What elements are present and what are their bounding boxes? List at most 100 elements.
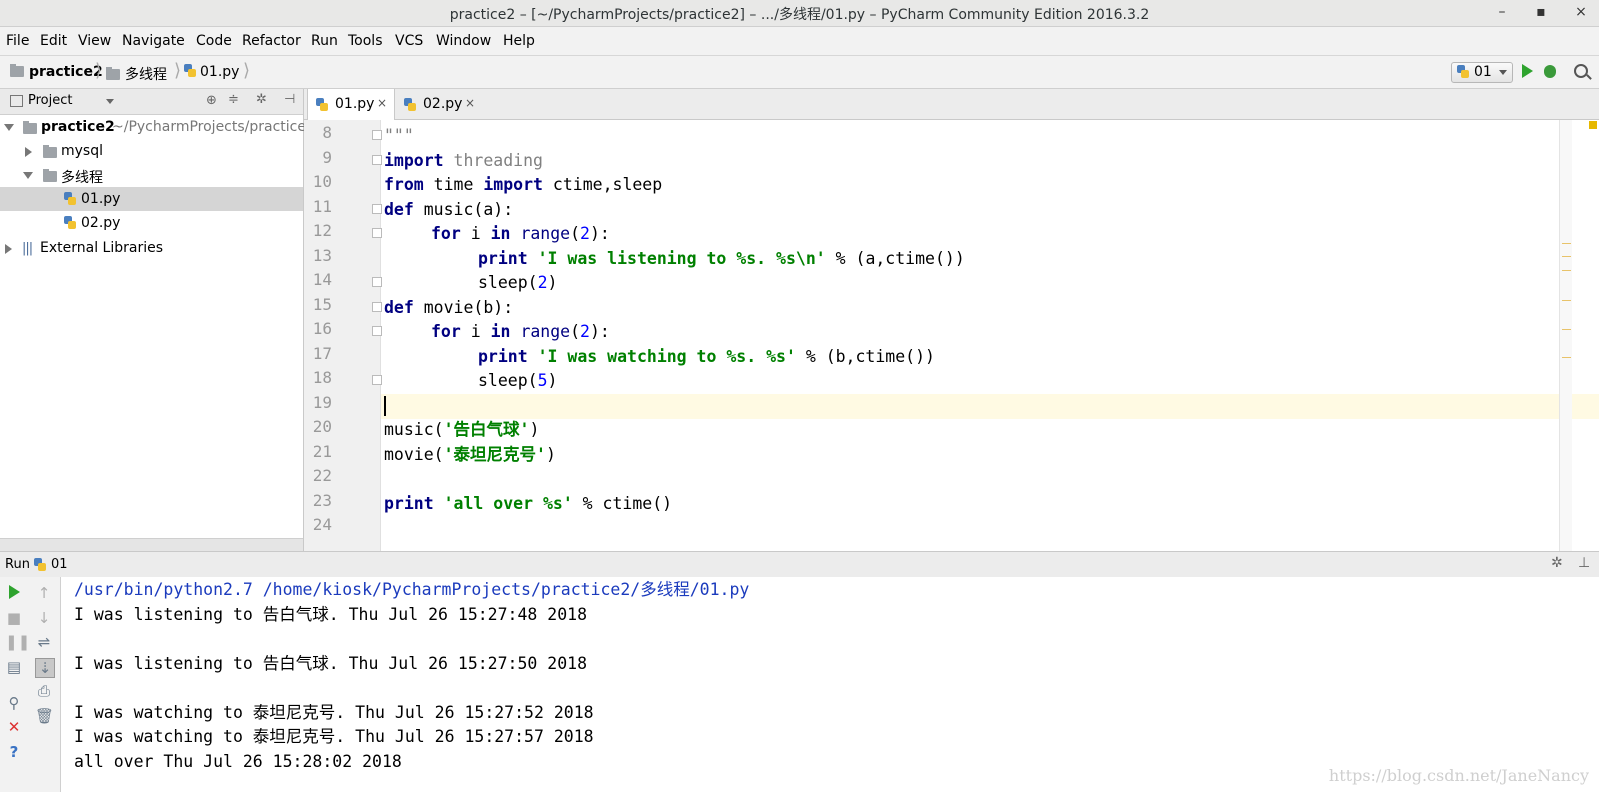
code-text: music( xyxy=(384,420,444,439)
run-panel-header: Run 01 ✲ ⊥ xyxy=(0,551,1599,578)
fold-marker-icon[interactable] xyxy=(372,155,382,165)
menu-file[interactable]: File xyxy=(6,33,29,49)
folder-icon xyxy=(43,145,57,158)
hide-panel-icon[interactable]: ⊣ xyxy=(284,92,295,107)
stripe-marker[interactable] xyxy=(1562,243,1571,244)
expand-arrow-icon[interactable] xyxy=(23,172,33,179)
scroll-to-end-icon[interactable]: ⇣ xyxy=(35,658,55,678)
menu-tools[interactable]: Tools xyxy=(348,33,383,49)
code-text: ): xyxy=(589,224,610,243)
fold-marker-icon[interactable] xyxy=(372,228,382,238)
fold-marker-icon[interactable] xyxy=(372,130,382,140)
run-config-tab[interactable]: 01 xyxy=(51,557,68,572)
stripe-marker[interactable] xyxy=(1562,357,1571,358)
menu-window[interactable]: Window xyxy=(436,33,491,49)
chevron-down-icon[interactable] xyxy=(106,99,114,104)
console-output[interactable]: /usr/bin/python2.7 /home/kiosk/PycharmPr… xyxy=(61,577,1599,792)
run-configuration-select[interactable]: 01 xyxy=(1451,62,1513,83)
fold-marker-icon[interactable] xyxy=(372,204,382,214)
code-line: """ xyxy=(384,123,414,148)
breadcrumb-file[interactable]: 01.py xyxy=(184,64,239,80)
menu-refactor[interactable]: Refactor xyxy=(242,33,301,49)
stop-icon[interactable]: ■ xyxy=(5,609,23,627)
editor-tabs: 01.py × 02.py × xyxy=(304,89,1599,120)
code-line: import threading xyxy=(384,148,543,173)
locate-icon[interactable]: ⊕ xyxy=(206,93,217,108)
hide-panel-icon[interactable]: ⊥ xyxy=(1578,555,1590,571)
trash-icon[interactable]: 🗑 xyxy=(35,707,54,725)
code-number: 2 xyxy=(580,322,590,341)
project-view-selector[interactable]: Project xyxy=(28,93,72,108)
tree-item-label: 02.py xyxy=(81,215,121,231)
debug-icon[interactable] xyxy=(1544,65,1556,78)
inspection-status-icon[interactable] xyxy=(1589,121,1597,129)
stripe-marker[interactable] xyxy=(1562,270,1571,271)
collapse-all-icon[interactable]: ≑ xyxy=(228,92,239,107)
folder-icon xyxy=(23,121,37,134)
help-icon[interactable]: ? xyxy=(5,743,23,761)
menu-view[interactable]: View xyxy=(78,33,111,49)
code-text: time xyxy=(423,175,484,194)
rerun-icon[interactable] xyxy=(9,585,20,599)
maximize-button[interactable]: ▪ xyxy=(1530,2,1552,22)
error-stripe[interactable] xyxy=(1559,120,1572,551)
fold-marker-icon[interactable] xyxy=(372,326,382,336)
down-arrow-icon[interactable]: ↓ xyxy=(35,609,53,627)
stripe-marker[interactable] xyxy=(1562,256,1571,257)
menu-edit[interactable]: Edit xyxy=(40,33,67,49)
menu-help[interactable]: Help xyxy=(503,33,535,49)
code-area[interactable]: """ import threading from time import ct… xyxy=(384,120,1569,551)
code-keyword: print xyxy=(478,347,528,366)
python-file-icon xyxy=(184,64,196,78)
close-icon[interactable]: ✕ xyxy=(5,718,23,736)
gear-icon[interactable]: ✲ xyxy=(256,92,267,107)
horizontal-scrollbar[interactable] xyxy=(0,538,303,551)
close-icon[interactable]: × xyxy=(377,96,387,110)
code-builtin: range xyxy=(520,322,571,341)
code-text: i xyxy=(460,224,491,243)
tree-item-02-py[interactable]: 02.py xyxy=(0,211,303,235)
expand-arrow-icon[interactable] xyxy=(5,244,12,254)
code-text: ctime,sleep xyxy=(542,175,663,194)
line-number: 22 xyxy=(312,466,332,485)
tree-item-practice2[interactable]: practice2 ~/PycharmProjects/practice2 xyxy=(0,115,315,139)
layout-icon[interactable]: ▤ xyxy=(5,658,23,676)
breadcrumb-project[interactable]: practice2 xyxy=(10,64,103,80)
pin-icon[interactable]: ⚲ xyxy=(5,694,23,712)
tree-item-mysql[interactable]: mysql xyxy=(0,139,303,163)
minimize-button[interactable]: – xyxy=(1491,2,1513,22)
project-view-icon xyxy=(10,95,23,107)
code-text: ( xyxy=(570,224,581,243)
expand-arrow-icon[interactable] xyxy=(25,147,32,157)
fold-marker-icon[interactable] xyxy=(372,375,382,385)
up-arrow-icon[interactable]: ↑ xyxy=(35,584,53,602)
console-line: /usr/bin/python2.7 /home/kiosk/PycharmPr… xyxy=(74,580,750,599)
tree-item-01-py[interactable]: 01.py xyxy=(0,187,303,211)
menu-run[interactable]: Run xyxy=(311,33,338,49)
code-text: % (b,ctime()) xyxy=(795,347,935,366)
stripe-marker[interactable] xyxy=(1562,329,1571,330)
tree-item-external-libraries[interactable]: ||| External Libraries xyxy=(0,236,303,260)
menu-code[interactable]: Code xyxy=(196,33,232,49)
gear-icon[interactable]: ✲ xyxy=(1551,555,1563,571)
run-icon[interactable] xyxy=(1522,64,1533,78)
menu-navigate[interactable]: Navigate xyxy=(122,33,185,49)
console-line: I was listening to 告白气球. Thu Jul 26 15:2… xyxy=(74,605,588,624)
fold-marker-icon[interactable] xyxy=(372,277,382,287)
soft-wrap-icon[interactable]: ⇌ xyxy=(35,633,53,651)
tree-item-threading-folder[interactable]: 多线程 xyxy=(0,163,303,187)
menu-vcs[interactable]: VCS xyxy=(395,33,423,49)
console-line: I was watching to 泰坦尼克号. Thu Jul 26 15:2… xyxy=(74,727,594,746)
stripe-marker[interactable] xyxy=(1562,300,1571,301)
expand-arrow-icon[interactable] xyxy=(4,124,14,131)
tab-01-py[interactable]: 01.py × xyxy=(307,89,395,120)
breadcrumb-folder[interactable]: 多线程 xyxy=(106,64,167,84)
tab-02-py[interactable]: 02.py × xyxy=(396,89,482,119)
close-button[interactable]: × xyxy=(1570,2,1592,22)
close-icon[interactable]: × xyxy=(465,96,475,110)
print-icon[interactable]: ⎙ xyxy=(35,682,53,700)
fold-marker-icon[interactable] xyxy=(372,302,382,312)
search-icon[interactable] xyxy=(1574,64,1588,78)
pause-icon[interactable]: ❚❚ xyxy=(5,633,30,651)
project-panel-header: Project ⊕ ≑ ✲ ⊣ xyxy=(0,89,303,115)
